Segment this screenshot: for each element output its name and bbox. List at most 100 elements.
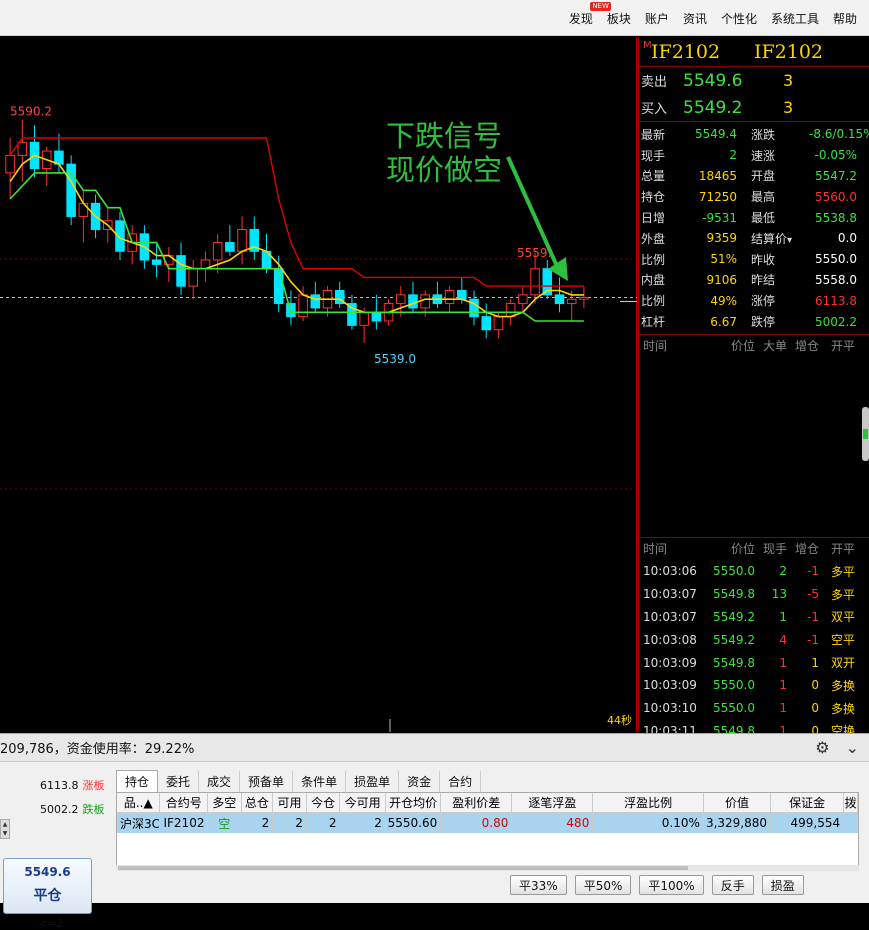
tick-price: 5550.0	[713, 701, 755, 716]
fund-usage-status: 209,786，资金使用率：29.22%	[0, 742, 195, 757]
tab-4[interactable]: 条件单	[293, 771, 347, 792]
candle-body	[78, 202, 89, 217]
tab-5[interactable]: 损盈单	[346, 771, 400, 792]
dropdown-arrow-icon[interactable]: ▾	[787, 235, 792, 246]
big-order-panel: 时间 价位 大单 增仓 开平	[639, 335, 869, 538]
position-button-1[interactable]: 平50%	[574, 875, 632, 895]
candle-body	[151, 259, 162, 265]
menu-system-tools[interactable]: 系统工具	[771, 10, 819, 27]
ask-qty: 3	[783, 71, 794, 90]
gear-icon[interactable]: ⚙	[815, 738, 829, 757]
tab-2[interactable]: 成交	[199, 771, 241, 792]
tick-row: 10:03:09 5550.0 1 0 多换	[639, 674, 869, 697]
tick-row: 10:03:09 5549.8 1 1 双开	[639, 651, 869, 674]
tab-3[interactable]: 预备单	[240, 771, 294, 792]
tab-6[interactable]: 资金	[399, 771, 441, 792]
column-header: 价位	[730, 339, 755, 354]
quote-label: 总量	[641, 169, 666, 184]
quote-label: 现手	[641, 148, 666, 163]
column-header[interactable]: 可用	[273, 793, 307, 812]
table-row[interactable]: 沪深3C IF2102 空 2 2 2 2 5550.60 0.80 480 0.10% 3,329,…	[117, 813, 858, 833]
column-header[interactable]: 合约号	[160, 793, 208, 812]
menu-news[interactable]: 资讯	[683, 10, 707, 27]
candle-body	[408, 294, 418, 309]
table-hscrollbar[interactable]	[116, 865, 859, 871]
tick-type: 双开	[830, 656, 855, 671]
tick-oi-change: -1	[807, 609, 819, 624]
quote-label: 比例	[641, 252, 666, 267]
menu-discover[interactable]: 发现 NEW	[569, 2, 611, 27]
high-price-label: 5590.2	[10, 105, 52, 119]
contract-title[interactable]: M IF2102 IF2102	[639, 37, 869, 67]
quote-value: 71250	[698, 189, 737, 204]
candle-body	[17, 141, 28, 156]
candlestick-chart[interactable]: 5590.2 5539.0 5559.	[0, 37, 637, 732]
quote-label: 昨结	[751, 273, 776, 288]
candle-body	[371, 311, 382, 322]
tick-price: 5550.0	[713, 678, 755, 693]
column-header[interactable]: 价值	[704, 793, 772, 812]
quote-label: 跌停	[751, 315, 776, 330]
quote-value: 5538.8	[815, 210, 857, 225]
quote-value: 9359	[706, 231, 737, 246]
menu-help[interactable]: 帮助	[833, 10, 857, 27]
tick-price: 5549.8	[713, 655, 755, 670]
tab-0[interactable]: 持仓	[116, 770, 159, 792]
candle-body	[212, 242, 223, 261]
quote-label: 比例	[641, 294, 666, 309]
quote-label: 日增	[641, 211, 666, 226]
ask-row[interactable]: 卖出 5549.6 3	[639, 67, 869, 94]
column-header[interactable]: 今仓	[307, 793, 341, 812]
tick-row: 10:03:06 5550.0 2 -1 多平	[639, 560, 869, 583]
main-menu: 发现 NEW 板块 账户 资讯 个性化 系统工具 帮助	[569, 2, 857, 27]
quote-row: 比例 51% 昨收 5550.0	[639, 249, 869, 270]
menu-account[interactable]: 账户	[645, 10, 669, 27]
positions-header: 品..▲ 合约号 多空 总仓 可用 今仓 今可用 开仓均价 盈利价差 逐笔浮盈 浮盈比例 价值 保证金拨	[117, 793, 858, 813]
column-header: 价位	[730, 542, 755, 557]
column-header[interactable]: 浮盈比例	[593, 793, 704, 812]
tab-1[interactable]: 委托	[158, 771, 200, 792]
position-button-4[interactable]: 损盈	[761, 875, 804, 895]
tick-volume: 1	[779, 655, 787, 670]
limit-up: 6113.8 涨板	[40, 779, 105, 792]
column-header[interactable]: 保证金	[771, 793, 845, 812]
tick-time: 10:03:07	[643, 609, 697, 624]
column-header[interactable]: 逐笔浮盈	[512, 793, 594, 812]
quote-label: 昨收	[751, 252, 776, 267]
tab-7[interactable]: 合约	[440, 771, 482, 792]
menu-personalize[interactable]: 个性化	[721, 10, 757, 27]
column-header[interactable]: 品..▲	[117, 793, 161, 812]
bid-price: 5549.2	[683, 97, 743, 118]
column-header[interactable]: 多空	[208, 793, 242, 812]
column-header[interactable]: 今可用	[340, 793, 386, 812]
menu-sector[interactable]: 板块	[607, 10, 631, 27]
position-button-0[interactable]: 平33%	[510, 875, 567, 895]
quote-label: 最新	[641, 127, 666, 142]
quote-row: 内盘 9106 昨结 5558.0	[639, 270, 869, 291]
quote-value: 5549.4	[695, 127, 737, 142]
column-header[interactable]: 拨	[844, 793, 858, 812]
close-position-button[interactable]: 5549.6 平仓	[3, 858, 92, 914]
table-cell: 沪深3C	[117, 813, 161, 833]
price-spinner[interactable]: ▲ ▼	[0, 819, 10, 839]
position-button-3[interactable]: 反手	[711, 875, 754, 895]
column-header[interactable]: 开仓均价	[386, 793, 442, 812]
quote-value: 18465	[698, 168, 737, 183]
column-header: 现手	[762, 542, 787, 557]
candlestick-chart-panel[interactable]: 5590.2 5539.0 5559. 下跌信号 现价做空 44秒	[0, 37, 637, 732]
ask-price: 5549.6	[683, 70, 743, 91]
ask-label: 卖出	[641, 75, 668, 90]
quote-label: 最高	[751, 190, 776, 205]
column-header[interactable]: 盈利价差	[441, 793, 513, 812]
quote-label: 结算价▾	[751, 231, 793, 246]
quote-value: -0.05%	[814, 148, 857, 163]
tick-row: 10:03:10 5550.0 1 0 多换	[639, 697, 869, 720]
bid-row[interactable]: 买入 5549.2 3	[639, 94, 869, 121]
position-button-2[interactable]: 平100%	[639, 875, 704, 895]
column-header[interactable]: 总仓	[242, 793, 274, 812]
collapse-icon[interactable]: ⌄	[846, 738, 859, 757]
quote-scrollbar[interactable]	[862, 407, 869, 461]
quote-row: 杠杆 6.67 跌停 5002.2	[639, 311, 869, 332]
quote-row: 最新 5549.4 涨跌 -8.6/0.15%	[639, 124, 869, 145]
table-cell: IF2102	[160, 813, 208, 833]
